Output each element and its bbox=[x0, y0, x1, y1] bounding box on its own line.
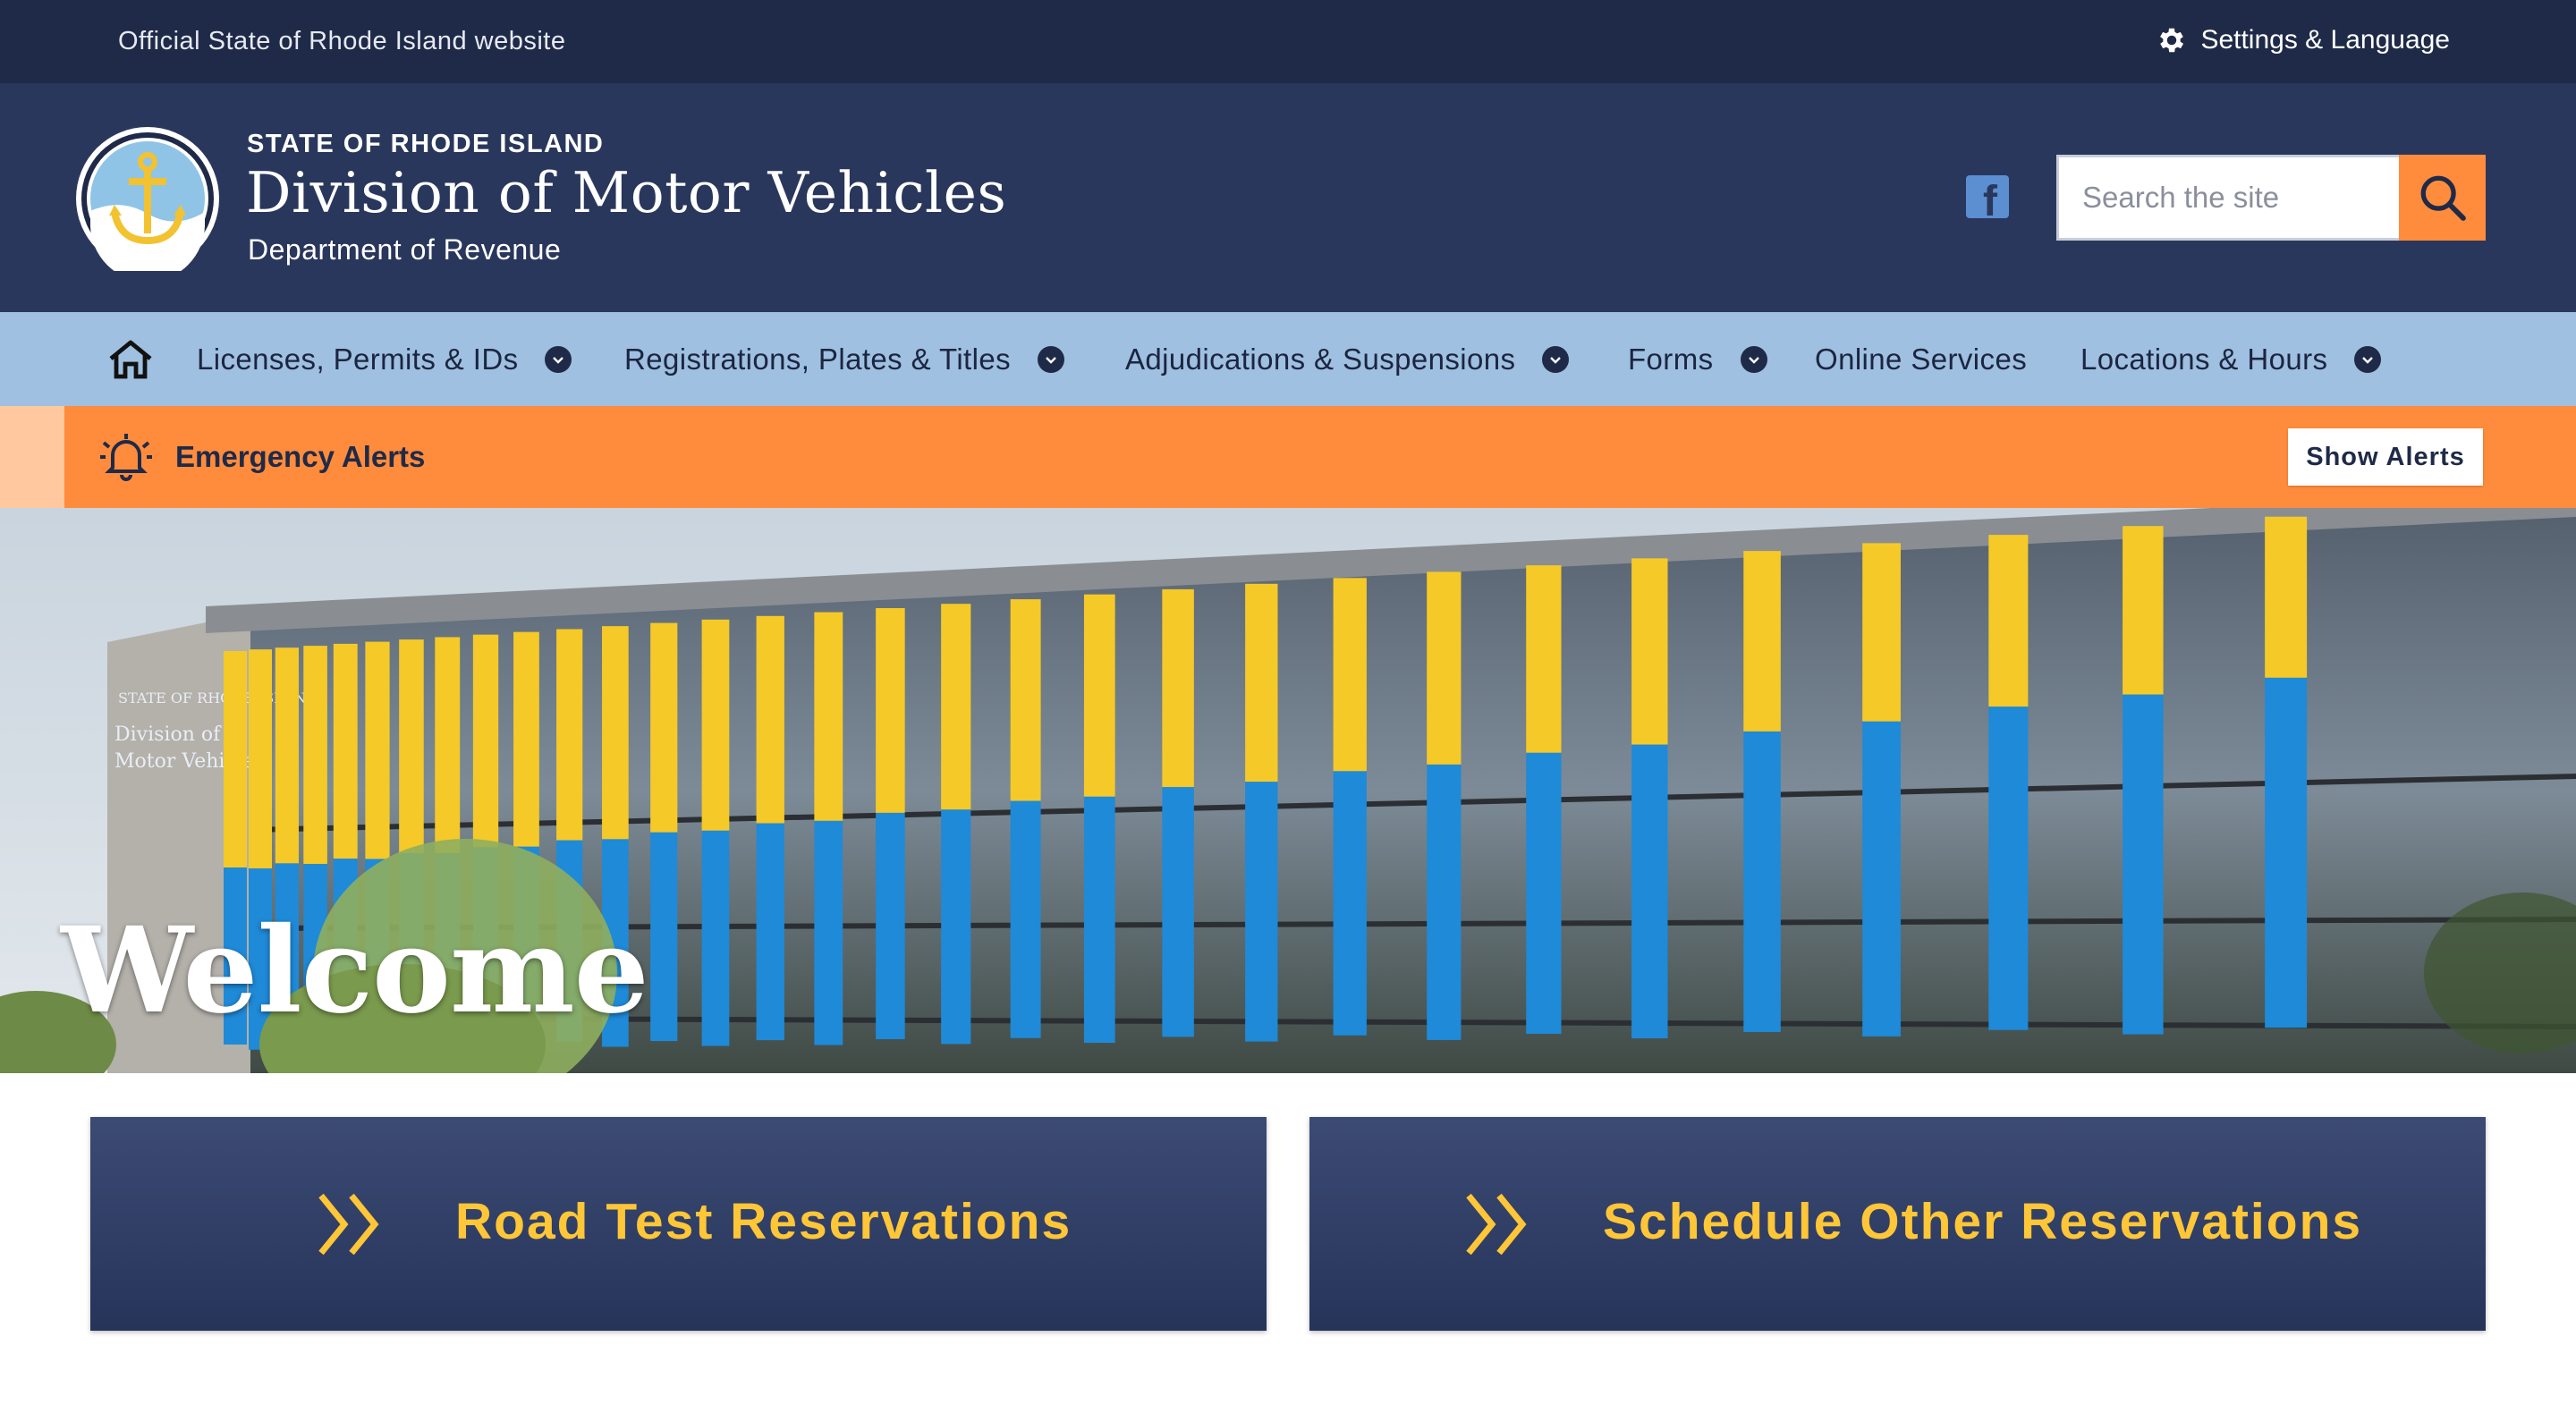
facade-fin-yellow bbox=[1988, 535, 2029, 707]
show-alerts-button[interactable]: Show Alerts bbox=[2288, 428, 2483, 486]
nav-item-online-services[interactable]: Online Services bbox=[1815, 343, 2027, 377]
chevron-down-icon[interactable] bbox=[1542, 346, 1570, 373]
facade-fin-yellow bbox=[1010, 599, 1041, 801]
double-chevron-right-icon bbox=[318, 1193, 379, 1256]
facade-fin-blue bbox=[876, 812, 905, 1039]
nav-item-registrations[interactable]: Registrations, Plates & Titles bbox=[624, 343, 1065, 377]
facade-fin-blue bbox=[1083, 796, 1115, 1044]
facade-fin-blue bbox=[941, 809, 971, 1045]
facade-fin-yellow bbox=[365, 641, 390, 859]
chevron-down-icon[interactable] bbox=[2354, 346, 2382, 373]
svg-text:Division of: Division of bbox=[114, 723, 222, 746]
facade-fin-blue bbox=[1862, 721, 1901, 1036]
facade-fin-yellow bbox=[1743, 551, 1781, 732]
bell-icon bbox=[100, 434, 152, 481]
facade-fin-yellow bbox=[399, 639, 424, 854]
search-icon bbox=[2420, 175, 2466, 221]
facade-fin-yellow bbox=[303, 646, 327, 865]
facade-fin-yellow bbox=[556, 629, 583, 841]
road-test-reservations-button[interactable]: Road Test Reservations bbox=[90, 1117, 1267, 1331]
facade-fin-yellow bbox=[224, 651, 247, 867]
schedule-other-reservations-label: Schedule Other Reservations bbox=[1603, 1193, 2363, 1250]
nav-item-licenses[interactable]: Licenses, Permits & IDs bbox=[197, 343, 572, 377]
chevron-down-icon[interactable] bbox=[1740, 346, 1767, 373]
nav-item-label: Online Services bbox=[1815, 343, 2028, 376]
facade-fin-yellow bbox=[1526, 565, 1562, 753]
facade-fin-yellow bbox=[2123, 526, 2164, 695]
search-button[interactable] bbox=[2399, 155, 2486, 241]
facade-fin-blue bbox=[2123, 694, 2164, 1035]
facade-fin-yellow bbox=[1162, 588, 1194, 788]
department-name: Department of Revenue bbox=[248, 233, 562, 266]
facade-fin-yellow bbox=[701, 619, 730, 831]
facade-fin-yellow bbox=[333, 643, 358, 859]
facade-fin-yellow bbox=[472, 634, 499, 848]
nav-item-locations[interactable]: Locations & Hours bbox=[2080, 343, 2382, 377]
facade-fin-yellow bbox=[2265, 516, 2308, 678]
emergency-alerts-panel: Emergency Alerts Show Alerts bbox=[64, 406, 2576, 508]
anchor-seal-icon[interactable] bbox=[75, 126, 220, 271]
nav-item-forms[interactable]: Forms bbox=[1628, 343, 1767, 377]
facade-fin-yellow bbox=[876, 607, 905, 813]
official-website-notice: Official State of Rhode Island website bbox=[118, 27, 566, 55]
facade-fin-blue bbox=[1333, 771, 1367, 1036]
facade-fin-yellow bbox=[650, 622, 678, 833]
road-test-reservations-label: Road Test Reservations bbox=[455, 1193, 1072, 1250]
nav-item-label: Forms bbox=[1628, 343, 1714, 376]
hero-banner: STATE OF RHODE ISLAND Division of Motor … bbox=[0, 508, 2576, 1073]
facade-fin-blue bbox=[1988, 706, 2029, 1030]
schedule-other-reservations-button[interactable]: Schedule Other Reservations bbox=[1309, 1117, 2486, 1331]
site-header: STATE OF RHODE ISLAND Division of Motor … bbox=[0, 83, 2576, 312]
emergency-alerts-label: Emergency Alerts bbox=[175, 440, 426, 473]
facade-fin-yellow bbox=[249, 649, 272, 869]
utility-bar: Official State of Rhode Island website S… bbox=[0, 0, 2576, 83]
facade-fin-yellow bbox=[1083, 594, 1115, 797]
facade-fin-blue bbox=[1631, 744, 1668, 1039]
facade-fin-yellow bbox=[1862, 543, 1901, 722]
agency-title[interactable]: Division of Motor Vehicles bbox=[246, 160, 1006, 225]
facade-fin-blue bbox=[1010, 800, 1041, 1038]
double-chevron-right-icon bbox=[1466, 1193, 1527, 1256]
facade-fin-yellow bbox=[1427, 571, 1462, 765]
nav-item-label: Adjudications & Suspensions bbox=[1125, 343, 1516, 376]
facade-fin-blue bbox=[650, 832, 678, 1042]
facade-fin-yellow bbox=[1245, 583, 1278, 783]
search-input[interactable] bbox=[2056, 155, 2399, 241]
chevron-down-icon[interactable] bbox=[545, 346, 572, 373]
facade-fin-blue bbox=[1526, 752, 1562, 1035]
chevron-down-icon[interactable] bbox=[1038, 346, 1065, 373]
facade-fin-blue bbox=[814, 820, 843, 1045]
facade-fin-yellow bbox=[1631, 558, 1668, 745]
facade-fin-blue bbox=[756, 823, 784, 1041]
home-icon[interactable] bbox=[107, 339, 154, 380]
nav-item-label: Locations & Hours bbox=[2080, 343, 2328, 376]
facade-fin-yellow bbox=[1333, 578, 1367, 772]
nav-item-label: Registrations, Plates & Titles bbox=[624, 343, 1012, 376]
nav-item-label: Licenses, Permits & IDs bbox=[197, 343, 519, 376]
facade-fin-blue bbox=[2265, 677, 2308, 1028]
facade-fin-yellow bbox=[756, 615, 784, 824]
nav-item-adjudications[interactable]: Adjudications & Suspensions bbox=[1125, 343, 1570, 377]
facade-fin-yellow bbox=[513, 631, 539, 847]
facade-fin-blue bbox=[1427, 764, 1462, 1040]
facade-fin-yellow bbox=[941, 604, 971, 810]
facade-fin-blue bbox=[1743, 731, 1781, 1033]
facade-fin-yellow bbox=[602, 626, 629, 840]
hero-heading: Welcome bbox=[61, 901, 649, 1040]
facade-fin-yellow bbox=[275, 647, 300, 864]
facade-fin-yellow bbox=[435, 637, 461, 854]
emergency-alerts-bar: Emergency Alerts Show Alerts bbox=[0, 406, 2576, 508]
gear-icon bbox=[2160, 28, 2184, 53]
facade-fin-blue bbox=[1245, 782, 1278, 1042]
facade-fin-yellow bbox=[814, 612, 843, 821]
settings-language-label: Settings & Language bbox=[2200, 25, 2450, 55]
facebook-icon[interactable]: f bbox=[1966, 175, 2009, 225]
facade-fin-blue bbox=[1162, 787, 1194, 1037]
facade-fin-blue bbox=[701, 830, 730, 1046]
state-name: STATE OF RHODE ISLAND bbox=[247, 130, 605, 158]
main-navigation: Licenses, Permits & IDs Registrations, P… bbox=[0, 312, 2576, 406]
settings-language-button[interactable]: Settings & Language bbox=[2156, 24, 2450, 56]
